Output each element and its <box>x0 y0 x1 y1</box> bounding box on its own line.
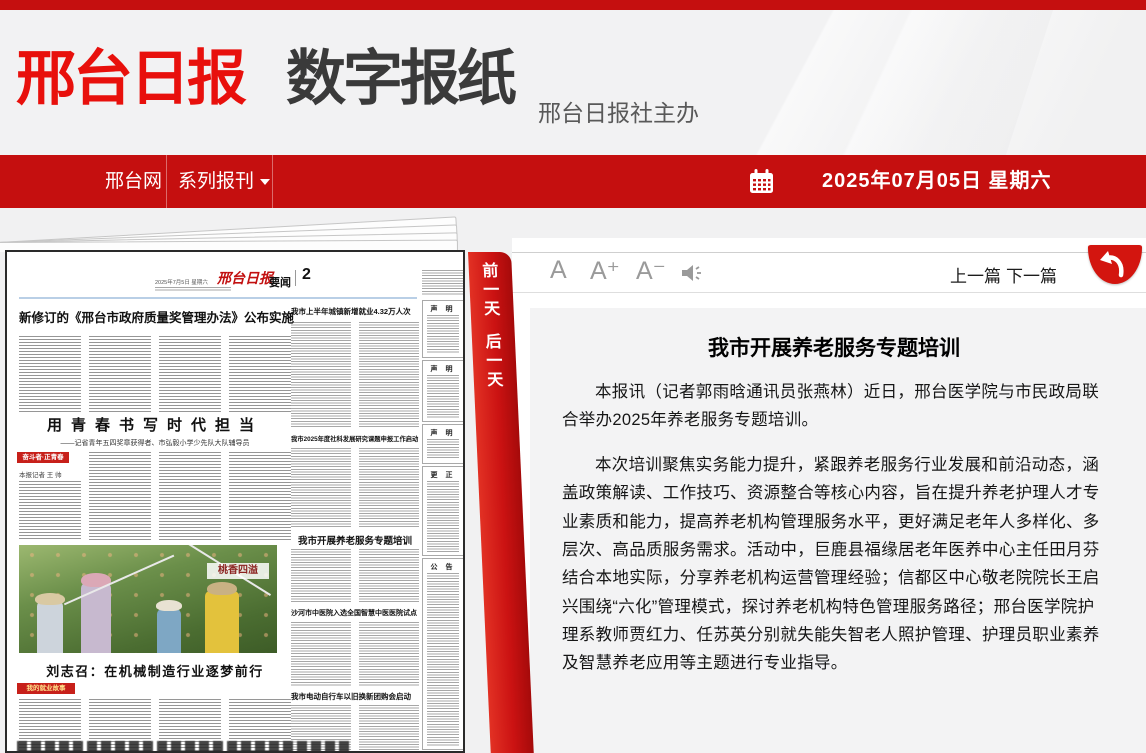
masthead-rule <box>19 297 417 299</box>
notice-title: 声 明 <box>423 428 463 438</box>
nav-link-home[interactable]: 邢台网 <box>105 155 162 208</box>
main-navbar: 邢台网 系列报刊 2025年07月05日 星期六 <box>0 155 1146 208</box>
thumb-headline-bike[interactable]: 我市电动自行车以旧换新团购会启动 <box>291 691 419 702</box>
return-arrow-icon <box>1088 245 1142 284</box>
notice-box: 更 正 <box>422 466 464 556</box>
notice-title: 声 明 <box>423 304 463 314</box>
faux-text-column <box>359 705 419 750</box>
nav-separator <box>166 155 167 208</box>
thumb-headline-jobs[interactable]: 我市上半年城镇新增就业4.32万人次 <box>291 306 419 317</box>
photo-person-hat <box>156 600 182 611</box>
prev-day-button[interactable]: 前一天 <box>481 262 502 319</box>
faux-text-column <box>359 549 419 603</box>
panel-top-border <box>512 252 1146 253</box>
faux-text-column <box>229 452 291 541</box>
caret-down-icon <box>260 179 270 185</box>
faux-text-column <box>427 375 459 418</box>
article-title: 我市开展养老服务专题培训 <box>562 332 1106 362</box>
faux-text-column <box>427 439 459 460</box>
thumb-byline: 本报记者 王 帅 <box>19 469 62 479</box>
notice-title: 更 正 <box>423 470 463 480</box>
font-size-increase-button[interactable]: A⁺ <box>590 256 620 286</box>
faux-text-column <box>291 448 351 528</box>
toolbar-divider <box>512 292 1146 293</box>
thumb-headline-liu[interactable]: 刘志召：在机械制造行业逐梦前行 <box>32 661 278 680</box>
faux-text-column <box>291 549 351 603</box>
nav-menu-series[interactable]: 系列报刊 <box>178 155 270 208</box>
nav-separator <box>272 155 273 208</box>
cutoff-headline-decor <box>17 741 349 752</box>
header-decor-shape <box>576 10 1056 155</box>
article-reader-panel: A A⁺ A⁻ 上一篇 下一篇 我市开展养老服务专题培训 本报讯（记者郭雨晗通讯… <box>512 238 1146 753</box>
faux-text-column <box>427 573 459 746</box>
next-article-link[interactable]: 下一篇 <box>1006 262 1057 287</box>
back-to-page-button[interactable] <box>1088 245 1142 284</box>
faux-text-column <box>19 336 81 412</box>
notice-title: 公 告 <box>423 562 463 572</box>
thumb-headline-quality[interactable]: 新修订的《邢台市政府质量奖管理办法》公布实施 <box>19 307 295 326</box>
prev-article-link[interactable]: 上一篇 <box>950 262 1001 287</box>
thumb-youth-subtitle: ——记省青年五四奖章获得者、市弘毅小学少先队大队辅导员 <box>19 438 291 448</box>
next-day-button[interactable]: 后一天 <box>484 333 505 390</box>
faux-text-column <box>427 315 459 354</box>
notice-box: 声 明 <box>422 360 464 422</box>
thumb-headline-social[interactable]: 我市2025年度社科发展研究课题申报工作启动 <box>291 434 419 443</box>
photo-person-hat <box>207 582 237 595</box>
faux-text-column <box>427 481 459 552</box>
faux-text-column <box>359 622 419 686</box>
masthead-divider <box>295 270 296 286</box>
font-size-default-button[interactable]: A <box>550 256 567 285</box>
notice-box: 声 明 <box>422 424 464 464</box>
thumb-headline-youth[interactable]: 用青春书写时代担当 <box>19 414 291 435</box>
faux-text-column <box>422 270 464 296</box>
faux-text-column <box>291 622 351 686</box>
photo-person-hat <box>35 593 65 605</box>
thumb-masthead: 邢台日报 <box>217 268 273 288</box>
orchard-photo[interactable] <box>19 545 277 653</box>
thumb-headline-hospital[interactable]: 沙河市中医院入选全国智慧中医医院试点 <box>291 608 419 618</box>
thumb-headline-elder-care[interactable]: 我市开展养老服务专题培训 <box>291 533 419 547</box>
read-aloud-speaker-icon[interactable] <box>680 262 704 284</box>
faux-text-column <box>359 322 419 428</box>
site-header: 邢台日报 数字报纸 邢台日报社主办 <box>0 10 1146 155</box>
thumb-date-line: 2025年7月5日 星期六 <box>155 278 208 286</box>
photo-person <box>157 609 181 653</box>
site-logo-dark: 数字报纸 <box>286 46 514 112</box>
page-fan-decor <box>0 208 470 252</box>
calendar-icon[interactable] <box>748 168 775 195</box>
top-accent-bar <box>0 0 1146 10</box>
faux-text-column <box>291 322 351 428</box>
faux-text-column <box>89 452 151 541</box>
font-size-decrease-button[interactable]: A⁻ <box>636 256 666 286</box>
notice-box: 声 明 <box>422 300 464 358</box>
faux-text-column <box>19 481 81 541</box>
site-logo-red: 邢台日报 <box>16 46 244 112</box>
nav-menu-series-label: 系列报刊 <box>178 171 254 192</box>
thumb-section-label: 要闻 <box>269 274 291 290</box>
faux-text-column <box>159 336 221 412</box>
photo-person <box>205 591 239 653</box>
thumb-photo-caption: 桃香四溢 <box>207 563 269 579</box>
thumb-page-number: 2 <box>302 266 311 284</box>
article-paragraph: 本次培训聚焦实务能力提升，紧跟养老服务行业发展和前沿动态，涵盖政策解读、工作技巧… <box>562 451 1106 678</box>
article-paragraph: 本报讯（记者郭雨晗通讯员张燕林）近日，邢台医学院与市民政局联合举办2025年养老… <box>562 378 1106 435</box>
organizer-text: 邢台日报社主办 <box>538 94 699 128</box>
notice-title: 声 明 <box>423 364 463 374</box>
notice-box: 公 告 <box>422 558 464 750</box>
article-content-area: 我市开展养老服务专题培训 本报讯（记者郭雨晗通讯员张燕林）近日，邢台医学院与市民… <box>530 308 1146 753</box>
faux-text-column <box>89 336 151 412</box>
faux-text-column <box>159 452 221 541</box>
current-date[interactable]: 2025年07月05日 星期六 <box>822 155 1052 208</box>
photo-person <box>37 601 63 653</box>
faux-text-column <box>359 448 419 528</box>
newspaper-page-thumbnail[interactable]: 2025年7月5日 星期六 邢台日报 要闻 2 新修订的《邢台市政府质量奖管理办… <box>5 250 465 753</box>
thumb-badge-job-story: 我的就业故事 <box>17 683 75 694</box>
thumb-badge-striver: 奋斗者·正青春 <box>17 452 69 463</box>
faux-text-column <box>229 336 291 412</box>
